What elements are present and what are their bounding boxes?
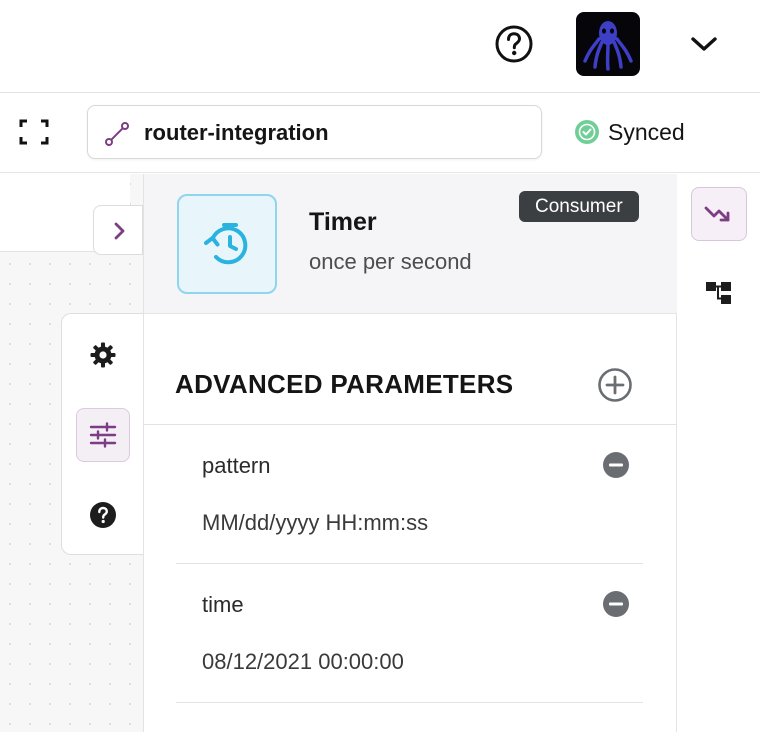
parameter-value[interactable]: MM/dd/yyyy HH:mm:ss — [202, 510, 428, 536]
step-side-tabs — [61, 313, 144, 555]
help-button[interactable] — [494, 24, 534, 64]
rail-button-steps[interactable] — [691, 187, 747, 241]
route-icon — [105, 122, 129, 146]
parameter-name: pattern — [202, 453, 271, 478]
tab-docs[interactable] — [76, 488, 130, 542]
integration-name: router-integration — [144, 120, 329, 145]
toolbar: router-integration Synced — [0, 94, 760, 173]
rail-button-hierarchy[interactable] — [691, 266, 747, 320]
step-title: Timer — [309, 208, 377, 236]
question-circle-icon — [90, 502, 116, 528]
sync-status-label: Synced — [608, 118, 685, 145]
sliders-icon — [89, 422, 117, 448]
step-description: once per second — [309, 249, 472, 274]
tab-advanced-parameters[interactable] — [76, 408, 130, 462]
step-kind-badge: Consumer — [519, 191, 639, 222]
kaoto-octopus-logo — [583, 21, 633, 71]
step-icon-box — [177, 194, 277, 294]
right-rail — [677, 174, 760, 732]
parameter-value[interactable]: 08/12/2021 00:00:00 — [202, 649, 404, 675]
add-parameter-button[interactable] — [597, 367, 633, 403]
remove-parameter-button[interactable] — [602, 590, 630, 618]
fullscreen-button[interactable] — [18, 118, 50, 146]
step-header: Timer once per second Consumer — [144, 174, 677, 314]
integration-name-field[interactable]: router-integration — [87, 105, 542, 159]
parameter-name: time — [202, 592, 244, 617]
gear-icon — [90, 342, 116, 368]
plus-circle-icon — [598, 368, 632, 402]
step-detail-panel: Timer once per second Consumer ADVANCED … — [143, 174, 677, 732]
user-menu-toggle[interactable] — [688, 30, 720, 58]
chevron-right-icon — [114, 222, 125, 240]
hierarchy-icon — [706, 282, 731, 304]
timer-icon — [204, 223, 248, 265]
user-avatar[interactable] — [576, 12, 640, 76]
check-circle-icon — [575, 120, 599, 144]
chevron-down-icon — [691, 37, 717, 51]
parameter-item: pattern MM/dd/yyyy HH:mm:ss — [176, 425, 643, 564]
trend-down-icon — [704, 206, 730, 222]
parameter-item: time 08/12/2021 00:00:00 — [176, 564, 643, 703]
minus-circle-icon — [603, 452, 629, 478]
tab-settings[interactable] — [76, 328, 130, 382]
advanced-parameters-heading: ADVANCED PARAMETERS — [175, 369, 514, 399]
expand-icon — [19, 119, 49, 145]
minus-circle-icon — [603, 591, 629, 617]
remove-parameter-button[interactable] — [602, 451, 630, 479]
question-circle-icon — [495, 25, 533, 63]
sync-status: Synced — [572, 118, 685, 146]
masthead — [0, 0, 760, 93]
collapse-panel-button[interactable] — [93, 205, 143, 255]
